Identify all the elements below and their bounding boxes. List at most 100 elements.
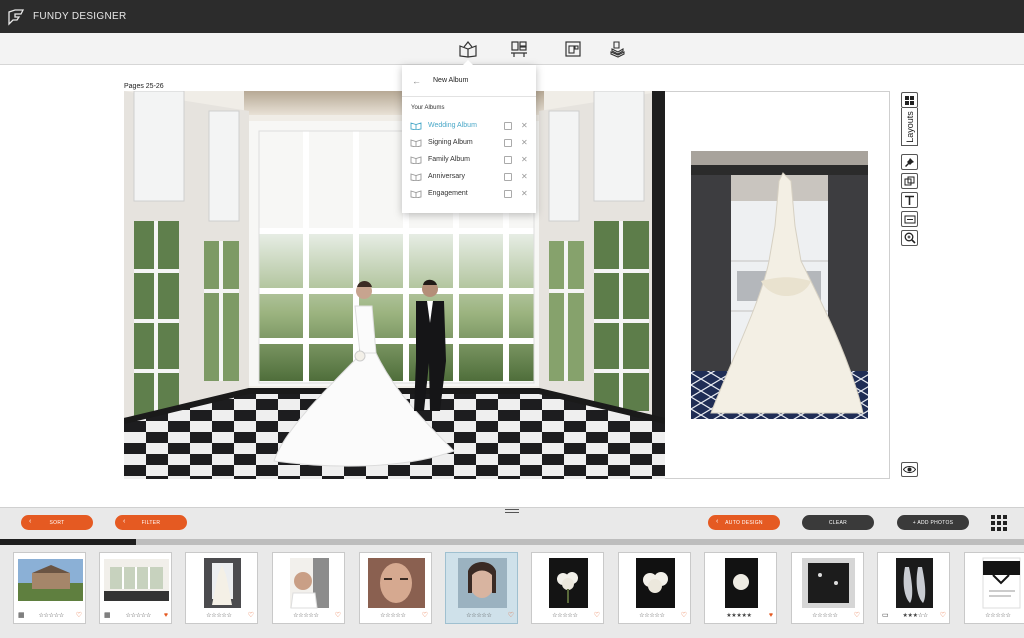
album-item-anniversary[interactable]: Anniversary ✕ (402, 168, 536, 185)
album-item-family[interactable]: Family Album ✕ (402, 151, 536, 168)
heart-icon[interactable]: ♡ (594, 611, 600, 619)
photo-thumb[interactable]: ☆☆☆☆☆♡ (964, 552, 1024, 624)
close-icon[interactable]: ✕ (521, 189, 528, 198)
chevron-left-icon: ‹ (716, 518, 719, 525)
close-icon[interactable]: ✕ (521, 138, 528, 147)
star-rating[interactable]: ☆☆☆☆☆ (450, 612, 508, 619)
fit-button[interactable] (901, 211, 918, 227)
spread-photo-dress[interactable] (691, 151, 868, 419)
layouts-label: Layouts (904, 110, 915, 143)
used-badge-icon: ▦ (104, 612, 111, 619)
duplicate-icon[interactable] (504, 189, 512, 198)
close-icon[interactable]: ✕ (521, 155, 528, 164)
thumb-rating: ☆☆☆☆☆♡ (190, 611, 254, 619)
star-rating[interactable]: ☆☆☆☆☆ (364, 612, 422, 619)
heart-icon[interactable]: ♥ (769, 612, 773, 619)
stack-icon[interactable] (608, 40, 626, 58)
duplicate-icon[interactable] (504, 121, 512, 130)
add-photos-label: + ADD PHOTOS (912, 519, 954, 526)
album-name: Signing Album (428, 139, 473, 146)
heart-icon[interactable]: ♡ (76, 611, 82, 619)
new-album-button[interactable]: ← New Album (402, 65, 536, 97)
album-name: Anniversary (428, 173, 465, 180)
filter-button[interactable]: ‹ FILTER (115, 515, 187, 530)
thumb-rating: ☆☆☆☆☆♡ (969, 611, 1024, 619)
duplicate-icon[interactable] (504, 155, 512, 164)
photo-thumb[interactable]: ☆☆☆☆☆♡ (359, 552, 432, 624)
star-rating[interactable]: ☆☆☆☆☆ (623, 612, 681, 619)
star-rating[interactable]: ☆☆☆☆☆ (190, 612, 248, 619)
sort-button[interactable]: ‹ SORT (21, 515, 93, 530)
star-rating[interactable]: ★★★★★ (709, 612, 769, 619)
app-title: FUNDY DESIGNER (33, 11, 127, 22)
grid-view-icon[interactable] (991, 515, 1007, 531)
photo-thumb[interactable]: ▦ ☆☆☆☆☆ ♥ (99, 552, 172, 624)
heart-icon[interactable]: ♡ (854, 611, 860, 619)
star-rating[interactable]: ☆☆☆☆☆ (969, 612, 1024, 619)
spread-photo-couple[interactable] (124, 91, 665, 479)
heart-icon[interactable]: ♡ (508, 611, 514, 619)
photo-thumb[interactable]: ☆☆☆☆☆♡ (185, 552, 258, 624)
new-album-label: New Album (433, 77, 469, 84)
zoom-button[interactable] (901, 230, 918, 246)
photo-thumb[interactable]: ☆☆☆☆☆♡ (531, 552, 604, 624)
heart-icon[interactable]: ♡ (422, 611, 428, 619)
album-item-engagement[interactable]: Engagement ✕ (402, 185, 536, 202)
main-toolbar (0, 33, 1024, 67)
star-rating[interactable]: ☆☆☆☆☆ (113, 612, 164, 619)
heart-icon[interactable]: ♡ (335, 611, 341, 619)
photo-thumb-selected[interactable]: ☆☆☆☆☆ ♡ (445, 552, 518, 624)
photo-thumb[interactable]: ★★★★★ ♥ (704, 552, 777, 624)
star-rating[interactable]: ☆☆☆☆☆ (796, 612, 854, 619)
layouts-tab[interactable]: Layouts (901, 108, 918, 146)
star-rating[interactable]: ☆☆☆☆☆ (536, 612, 594, 619)
thumb-rating: ▦ ☆☆☆☆☆ ♥ (104, 611, 168, 620)
duplicate-icon[interactable] (504, 138, 512, 147)
add-photos-button[interactable]: + ADD PHOTOS (897, 515, 969, 530)
clear-button[interactable]: CLEAR (802, 515, 874, 530)
wall-icon[interactable] (564, 40, 582, 58)
star-rating[interactable]: ★★★☆☆ (891, 612, 940, 619)
photo-thumb[interactable]: ☆☆☆☆☆♡ (791, 552, 864, 624)
bottom-action-bar: ‹ SORT ‹ FILTER ‹ AUTO DESIGN CLEAR + AD… (0, 507, 1024, 539)
resize-grip[interactable] (505, 509, 519, 513)
star-rating[interactable]: ☆☆☆☆☆ (27, 612, 76, 619)
text-button[interactable] (901, 192, 918, 208)
photo-thumb[interactable]: ☆☆☆☆☆♡ (272, 552, 345, 624)
title-bar: FUNDY DESIGNER (0, 0, 1024, 33)
heart-icon[interactable]: ♡ (940, 611, 946, 619)
thumb-rating: ★★★★★ ♥ (709, 611, 773, 619)
thumb-rating: ▭ ★★★☆☆ ♡ (882, 611, 946, 619)
pin-icon (905, 157, 914, 167)
photo-thumb[interactable]: ▭ ★★★☆☆ ♡ (877, 552, 950, 624)
chevron-left-icon: ‹ (123, 518, 126, 525)
heart-icon[interactable]: ♡ (248, 611, 254, 619)
grid-icon (905, 95, 914, 105)
eye-icon (903, 466, 916, 473)
heart-icon[interactable]: ♡ (681, 611, 687, 619)
pages-label: Pages 25-26 (124, 83, 164, 90)
your-albums-header: Your Albums (411, 105, 445, 111)
preview-button[interactable] (901, 462, 918, 477)
duplicate-icon[interactable] (504, 172, 512, 181)
layouts-grid-button[interactable] (901, 92, 918, 108)
zoom-icon (904, 232, 916, 244)
layout-icon[interactable] (510, 40, 528, 58)
photo-thumb[interactable]: ☆☆☆☆☆♡ (618, 552, 691, 624)
close-icon[interactable]: ✕ (521, 121, 528, 130)
thumb-rating: ☆☆☆☆☆♡ (450, 611, 514, 619)
album-item-wedding[interactable]: Wedding Album ✕ (402, 117, 536, 134)
copy-button[interactable] (901, 173, 918, 189)
thumb-rating: ☆☆☆☆☆♡ (277, 611, 341, 619)
pin-button[interactable] (901, 154, 918, 170)
auto-design-button[interactable]: ‹ AUTO DESIGN (708, 515, 780, 530)
star-rating[interactable]: ☆☆☆☆☆ (277, 612, 335, 619)
thumb-rating: ☆☆☆☆☆♡ (796, 611, 860, 619)
thumb-rating: ☆☆☆☆☆♡ (536, 611, 600, 619)
photo-thumb[interactable]: ▦ ☆☆☆☆☆ ♡ (13, 552, 86, 624)
close-icon[interactable]: ✕ (521, 172, 528, 181)
heart-icon[interactable]: ♥ (164, 612, 168, 619)
album-icon (410, 173, 422, 181)
album-item-signing[interactable]: Signing Album ✕ (402, 134, 536, 151)
album-icon[interactable] (459, 40, 477, 58)
